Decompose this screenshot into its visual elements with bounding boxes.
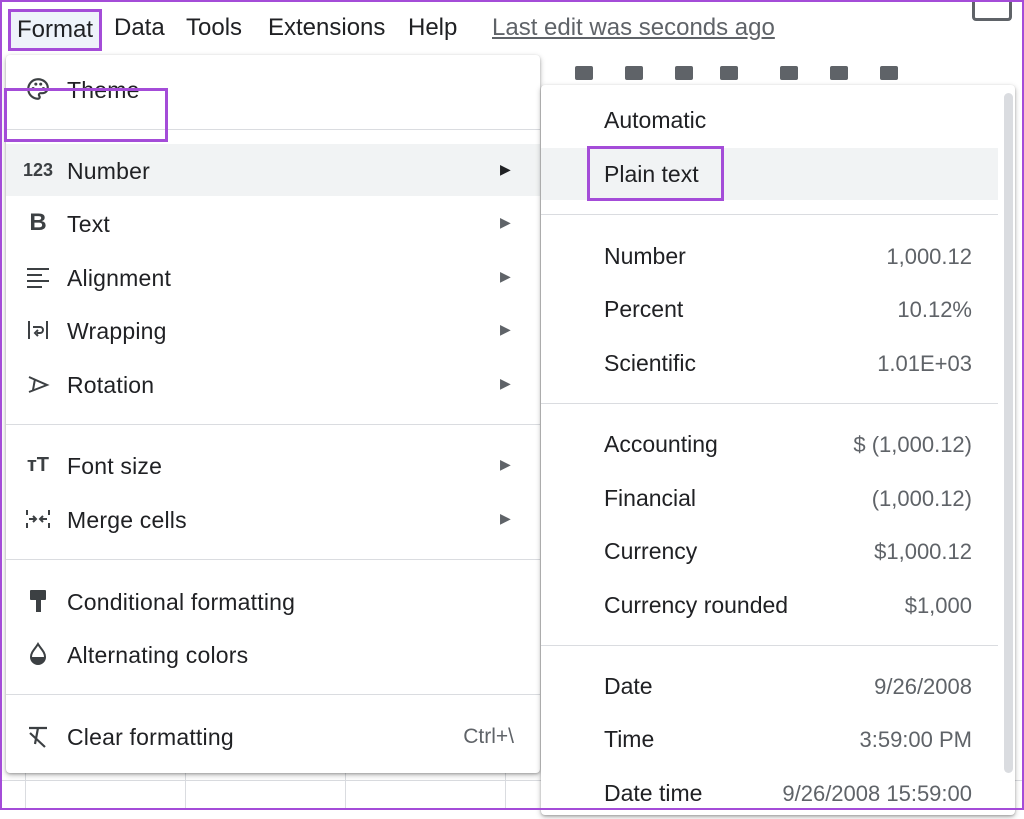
font-size-icon: тT: [26, 453, 49, 476]
format-option-label: Scientific: [604, 350, 697, 376]
bold-b-icon: B: [29, 209, 47, 236]
number-highlight-box: [4, 88, 168, 142]
merge-icon[interactable]: [880, 66, 898, 80]
format-option-label: Accounting: [604, 431, 718, 457]
menu-item-conditional-formatting[interactable]: Conditional formatting: [6, 575, 540, 627]
toolbar-button-icon[interactable]: [625, 66, 643, 80]
menu-item-wrapping[interactable]: Wrapping ▶: [6, 304, 540, 356]
menu-item-label: Alternating colors: [67, 642, 249, 668]
text-wrap-icon: [24, 317, 52, 343]
menu-item-label: Merge cells: [67, 507, 187, 533]
fill-drop-icon: [24, 641, 52, 667]
comment-icon[interactable]: [972, 0, 1012, 21]
format-option-label: Date: [604, 673, 653, 699]
format-option-scientific[interactable]: Scientific 1.01E+03: [541, 337, 998, 389]
submenu-arrow-icon: ▶: [500, 161, 511, 177]
menu-item-text[interactable]: B Text ▶: [6, 197, 540, 249]
format-option-accounting[interactable]: Accounting $ (1,000.12): [541, 418, 998, 470]
submenu-arrow-icon: ▶: [500, 214, 511, 230]
format-option-date-time[interactable]: Date time 9/26/2008 15:59:00: [541, 767, 998, 819]
format-option-percent[interactable]: Percent 10.12%: [541, 283, 998, 335]
format-option-label: Time: [604, 726, 655, 752]
menu-item-number[interactable]: 123 Number ▶: [6, 144, 540, 196]
format-option-label: Percent: [604, 296, 684, 322]
format-example: $ (1,000.12): [853, 432, 972, 457]
toolbar-button-icon[interactable]: [675, 66, 693, 80]
format-option-currency[interactable]: Currency $1,000.12: [541, 525, 998, 577]
menu-item-merge-cells[interactable]: Merge cells ▶: [6, 493, 540, 545]
submenu-arrow-icon: ▶: [500, 510, 511, 526]
format-option-label: Financial: [604, 485, 697, 511]
format-example: 1,000.12: [886, 244, 972, 269]
paint-roller-icon: [24, 588, 52, 614]
format-option-label: Currency rounded: [604, 592, 789, 618]
clear-format-icon: [24, 723, 52, 749]
submenu-divider: [541, 403, 998, 404]
last-edit-link[interactable]: Last edit was seconds ago: [492, 14, 775, 42]
toolbar-button-icon[interactable]: [720, 66, 738, 80]
shortcut-hint: Ctrl+\: [463, 725, 514, 748]
format-option-financial[interactable]: Financial (1,000.12): [541, 472, 998, 524]
format-example: 3:59:00 PM: [859, 727, 972, 752]
submenu-scrollbar[interactable]: [1004, 93, 1013, 773]
menu-help[interactable]: Help: [408, 14, 457, 42]
align-left-icon: [24, 264, 52, 290]
format-option-date[interactable]: Date 9/26/2008: [541, 660, 998, 712]
menu-item-alignment[interactable]: Alignment ▶: [6, 251, 540, 303]
menu-divider: [6, 424, 540, 425]
number-submenu: Automatic Plain text Number 1,000.12 Per…: [541, 85, 1015, 815]
submenu-divider: [541, 645, 998, 646]
menu-item-label: Wrapping: [67, 318, 167, 344]
menu-item-font-size[interactable]: тT Font size ▶: [6, 439, 540, 491]
menu-divider: [6, 694, 540, 695]
menu-item-clear-formatting[interactable]: Clear formatting Ctrl+\: [6, 710, 540, 762]
plain-text-highlight-box: [587, 146, 724, 201]
text-rotation-icon: [24, 371, 52, 397]
menu-extensions[interactable]: Extensions: [268, 14, 385, 42]
menu-item-label: Font size: [67, 453, 163, 479]
format-example: (1,000.12): [871, 486, 972, 511]
merge-cells-icon: [24, 506, 52, 532]
format-example: 9/26/2008 15:59:00: [782, 781, 972, 806]
number-format-123-icon: 123: [22, 159, 54, 180]
menu-data[interactable]: Data: [114, 14, 165, 42]
submenu-arrow-icon: ▶: [500, 375, 511, 391]
menu-item-rotation[interactable]: Rotation ▶: [6, 358, 540, 410]
toolbar-partial: [545, 58, 1015, 88]
menu-item-label: Number: [67, 158, 151, 184]
format-example: $1,000: [904, 593, 972, 618]
submenu-arrow-icon: ▶: [500, 268, 511, 284]
menu-item-label: Alignment: [67, 265, 172, 291]
format-example: 1.01E+03: [877, 351, 972, 376]
format-option-number[interactable]: Number 1,000.12: [541, 230, 998, 282]
format-option-label: Date time: [604, 780, 703, 806]
menu-item-label: Text: [67, 211, 110, 237]
format-example: 9/26/2008: [874, 674, 972, 699]
menu-divider: [6, 559, 540, 560]
format-option-automatic[interactable]: Automatic: [541, 94, 998, 146]
menu-format[interactable]: Format: [8, 9, 103, 51]
submenu-arrow-icon: ▶: [500, 321, 511, 337]
menu-item-label: Rotation: [67, 372, 155, 398]
format-example: 10.12%: [897, 297, 972, 322]
toolbar-button-icon[interactable]: [780, 66, 798, 80]
format-option-currency-rounded[interactable]: Currency rounded $1,000: [541, 579, 998, 631]
toolbar-button-icon[interactable]: [575, 66, 593, 80]
menu-item-label: Conditional formatting: [67, 589, 296, 615]
submenu-arrow-icon: ▶: [500, 456, 511, 472]
format-option-label: Number: [604, 243, 686, 269]
format-option-time[interactable]: Time 3:59:00 PM: [541, 713, 998, 765]
format-example: $1,000.12: [874, 539, 972, 564]
menu-item-label: Clear formatting: [67, 724, 234, 750]
menu-item-alternating-colors[interactable]: Alternating colors: [6, 628, 540, 680]
menu-tools[interactable]: Tools: [186, 14, 242, 42]
borders-icon[interactable]: [830, 66, 848, 80]
menu-bar: Format Data Tools Extensions Help Last e…: [0, 0, 1024, 58]
format-option-label: Currency: [604, 538, 698, 564]
format-menu: Theme 123 Number ▶ B Text ▶ Alignment ▶ …: [6, 55, 540, 773]
format-option-label: Automatic: [604, 107, 707, 133]
submenu-divider: [541, 214, 998, 215]
